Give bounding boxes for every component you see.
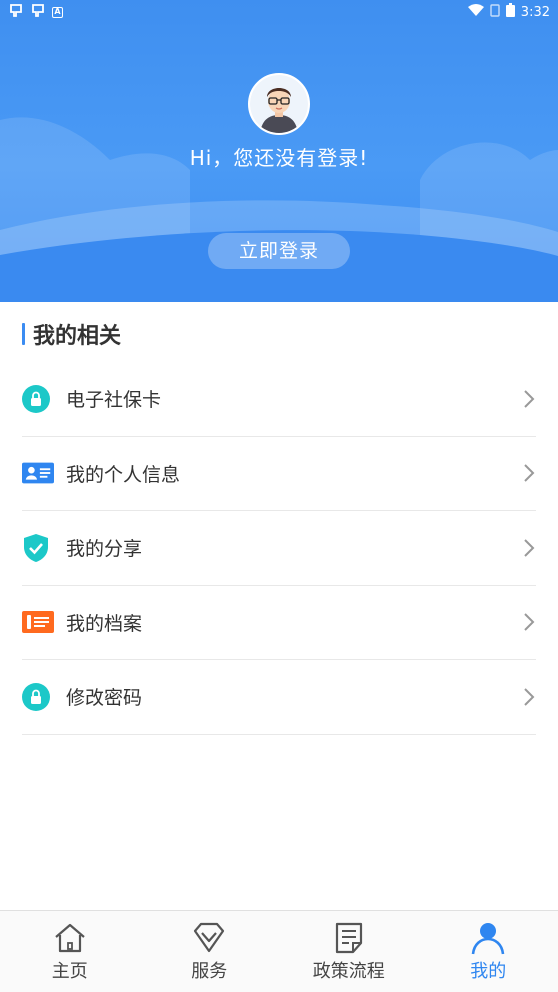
menu-item-personal-info[interactable]: 我的个人信息 [22, 437, 536, 511]
nav-label: 政策流程 [312, 961, 385, 982]
login-greeting: Hi，您还没有登录! [189, 146, 369, 170]
nav-home[interactable]: 主页 [0, 911, 140, 992]
profile-header: A 3:32 Hi，您还没有登录! 立即登录 [0, 0, 558, 302]
chevron-right-icon [524, 390, 535, 408]
wifi-icon [467, 4, 484, 20]
menu-item-label: 我的档案 [66, 612, 143, 635]
section-header: 我的相关 [22, 318, 121, 350]
nav-services[interactable]: 服务 [140, 911, 280, 992]
nav-mine[interactable]: 我的 [419, 911, 558, 992]
chevron-right-icon [524, 688, 535, 706]
avatar-illustration [250, 75, 308, 133]
menu-item-label: 电子社保卡 [66, 389, 162, 412]
shield-check-icon [24, 533, 48, 562]
menu-item-label: 我的分享 [66, 538, 143, 561]
menu-list: 电子社保卡 我的个人信息 我的分享 我的档案 修改密码 [22, 362, 536, 735]
clock-time: 3:32 [520, 4, 550, 20]
user-icon [471, 923, 505, 955]
archive-card-icon [22, 611, 54, 634]
menu-item-change-password[interactable]: 修改密码 [22, 660, 536, 735]
section-accent-bar [22, 323, 25, 345]
menu-item-label: 我的个人信息 [66, 463, 181, 486]
lock-circle-icon [22, 682, 50, 711]
avatar[interactable] [248, 73, 310, 135]
bug-icon [30, 3, 46, 21]
document-icon [335, 922, 362, 954]
menu-item-label: 修改密码 [66, 687, 143, 710]
menu-item-my-share[interactable]: 我的分享 [22, 511, 536, 586]
status-bar: A 3:32 [0, 0, 558, 24]
bug-icon [8, 3, 24, 21]
nav-policy-process[interactable]: 政策流程 [279, 911, 419, 992]
battery-icon [505, 3, 515, 21]
login-button[interactable]: 立即登录 [208, 233, 350, 269]
nav-label: 我的 [470, 961, 507, 982]
bottom-navigation: 主页 服务 政策流程 我的 [0, 910, 558, 992]
section-title: 我的相关 [33, 324, 122, 349]
a-box-icon: A [52, 6, 63, 18]
lock-circle-icon [22, 384, 50, 413]
diamond-icon [194, 922, 225, 953]
no-sim-icon [490, 3, 500, 21]
chevron-right-icon [524, 539, 535, 557]
menu-item-social-security-card[interactable]: 电子社保卡 [22, 362, 536, 437]
nav-label: 服务 [191, 961, 228, 982]
home-icon [55, 923, 85, 953]
menu-item-my-archive[interactable]: 我的档案 [22, 586, 536, 660]
chevron-right-icon [524, 464, 535, 482]
id-card-icon [22, 462, 54, 484]
nav-label: 主页 [51, 961, 88, 982]
chevron-right-icon [524, 613, 535, 631]
